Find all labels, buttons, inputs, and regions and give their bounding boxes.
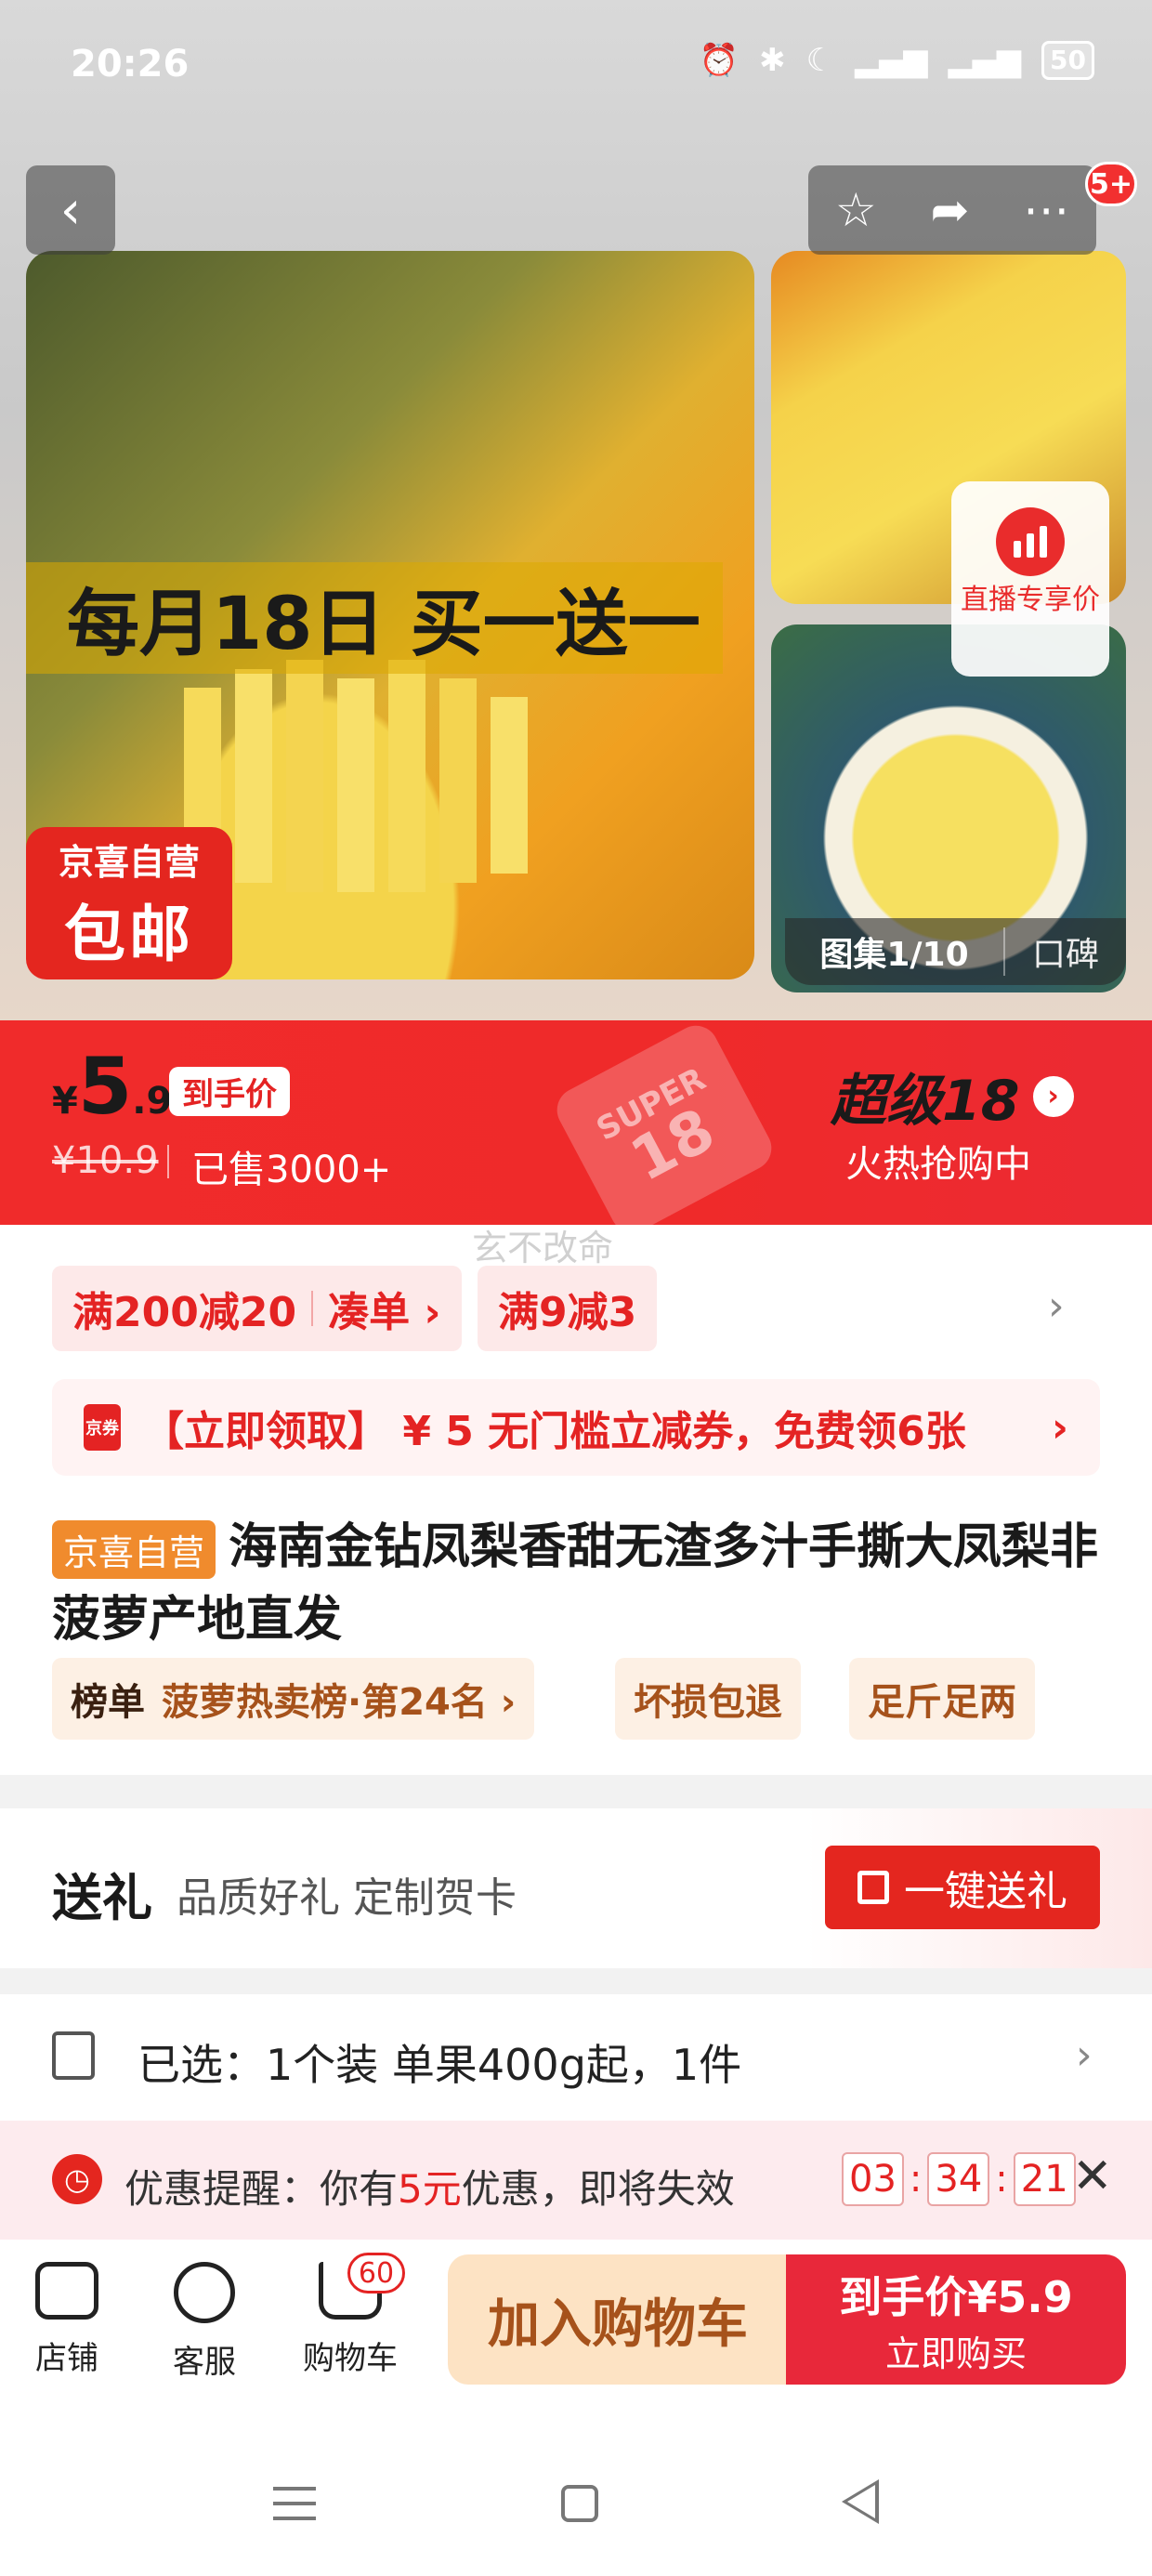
shop-label: 店铺	[35, 2340, 98, 2377]
badge-line1: 京喜自营	[58, 841, 200, 883]
current-price: ¥ 5 .9	[52, 1041, 172, 1132]
promo-pill-discount[interactable]: 满9减3	[478, 1266, 658, 1351]
divider	[167, 1145, 169, 1178]
moon-icon: ☾	[805, 42, 835, 79]
product-detail-page: 20:26 ⏰ ✱ ☾ ▂▄▆ ▂▄▆ 50 每月18日 买一送一 京喜自营 包…	[0, 0, 1152, 2576]
chat-icon	[174, 2262, 235, 2323]
add-on-link[interactable]: 凑单 ›	[328, 1279, 440, 1338]
super18-subtitle: 火热抢购中	[845, 1143, 1031, 1186]
gallery-bar: 图集1/10 口碑	[785, 918, 1126, 985]
self-operated-badge: 京喜自营	[52, 1520, 216, 1579]
super18-title: 超级18	[831, 1069, 1020, 1134]
rank-tag[interactable]: 榜单 菠萝热卖榜·第24名 ›	[52, 1658, 535, 1740]
buy-price-label: 到手价¥5.9	[839, 2271, 1073, 2322]
bluetooth-icon: ✱	[759, 42, 786, 79]
sold-count: 已售3000+	[171, 1139, 391, 1193]
5g-signal-icon: ▂▄▆	[855, 42, 928, 79]
back-button[interactable]: ‹	[26, 165, 115, 255]
promo-banner-text: 每月18日 买一送一	[26, 562, 723, 674]
live-price-label: 直播专享价	[961, 584, 1100, 616]
live-chart-icon	[996, 507, 1065, 576]
star-icon[interactable]: ☆	[835, 183, 877, 237]
home-icon[interactable]	[561, 2485, 598, 2522]
original-price: ¥10.9	[52, 1139, 159, 1182]
gift-subtitle: 品质好礼 定制贺卡	[177, 1874, 517, 1922]
damage-return-tag[interactable]: 坏损包退	[615, 1658, 801, 1740]
chevron-right-icon: ›	[1051, 1403, 1068, 1452]
alarm-icon: ⏰	[699, 42, 740, 79]
timer-minutes: 34	[927, 2152, 990, 2206]
promo-pill-text: 满9减3	[498, 1289, 637, 1336]
price-currency: ¥	[52, 1080, 78, 1123]
reminder-text: 优惠提醒：你有5元优惠，即将失效	[124, 2158, 735, 2215]
add-to-cart-button[interactable]: 加入购物车	[448, 2254, 788, 2385]
gift-button-label: 一键送礼	[904, 1868, 1067, 1915]
status-icons: ⏰ ✱ ☾ ▂▄▆ ▂▄▆ 50	[700, 41, 1094, 80]
badge-line2: 包邮	[64, 898, 194, 970]
more-icon[interactable]: ⋯	[1023, 183, 1069, 237]
countdown-timer: 03: 34: 21	[842, 2152, 1076, 2206]
battery-indicator: 50	[1041, 41, 1094, 80]
one-click-gift-button[interactable]: 一键送礼	[825, 1846, 1100, 1929]
rank-value: 菠萝热卖榜·第24名 ›	[162, 1681, 517, 1724]
coupon-bar[interactable]: 京券 【立即领取】 ¥ 5 无门槛立减券，免费领6张 ›	[52, 1379, 1100, 1476]
selected-spec-text: 已选：1个装 单果400g起，1件	[137, 2040, 742, 2090]
chevron-right-icon[interactable]: ›	[1048, 1282, 1065, 1330]
menu-icon[interactable]	[273, 2487, 316, 2520]
watermark: 玄不改命	[472, 1228, 614, 1268]
divider	[311, 1291, 314, 1326]
cart-count-badge: 60	[347, 2253, 405, 2293]
final-price-tag: 到手价	[169, 1067, 290, 1116]
jingxi-free-shipping-badge: 京喜自营 包邮	[26, 827, 232, 979]
back-icon[interactable]	[842, 2479, 879, 2524]
close-icon[interactable]: ✕	[1072, 2149, 1113, 2204]
shop-button[interactable]: 店铺	[35, 2262, 98, 2378]
gallery-count[interactable]: 图集1/10	[785, 927, 1005, 976]
gift-title: 送礼	[52, 1869, 152, 1927]
5g-signal-icon: ▂▄▆	[948, 42, 1022, 79]
spec-icon	[52, 2031, 95, 2080]
clock-icon: ◷	[52, 2154, 102, 2204]
reminder-amount: 5元	[398, 2166, 462, 2212]
buy-now-label: 立即购买	[884, 2333, 1027, 2374]
live-price-card[interactable]: 直播专享价	[951, 481, 1109, 677]
super18-link[interactable]: 超级18 ›	[831, 1056, 1074, 1137]
sold-text: 已售3000+	[191, 1149, 392, 1191]
pineapple-slices-graphic	[184, 660, 528, 892]
buy-now-button[interactable]: 到手价¥5.9 立即购买	[786, 2254, 1126, 2385]
rank-key: 榜单	[71, 1681, 145, 1724]
promo-pill-text: 满200减20	[72, 1289, 297, 1336]
promo-pill-full-reduction[interactable]: 满200减20 凑单 ›	[52, 1266, 462, 1351]
price-decimal: .9	[132, 1080, 173, 1123]
reminder-suffix: 优惠，即将失效	[461, 2166, 735, 2212]
coupon-text: 【立即领取】 ¥ 5 无门槛立减券，免费领6张	[143, 1408, 966, 1455]
timer-hours: 03	[842, 2152, 904, 2206]
customer-service-button[interactable]: 客服	[173, 2262, 236, 2382]
status-time: 20:26	[71, 43, 190, 85]
shop-icon	[35, 2262, 98, 2320]
more-badge: 5+	[1085, 162, 1137, 206]
reviews-tab[interactable]: 口碑	[1005, 927, 1126, 976]
chevron-right-icon: ›	[1076, 2031, 1093, 2079]
cart-label: 购物车	[303, 2340, 398, 2377]
timer-seconds: 21	[1013, 2152, 1076, 2206]
gift-icon	[857, 1871, 889, 1904]
share-icon[interactable]: ➦	[930, 183, 969, 237]
action-bar: ☆ ➦ ⋯	[808, 165, 1096, 255]
reminder-prefix: 优惠提醒：你有	[124, 2166, 399, 2212]
coupon-icon: 京券	[84, 1404, 121, 1451]
price-integer: 5	[77, 1041, 133, 1132]
service-label: 客服	[173, 2344, 236, 2381]
chevron-right-icon: ›	[1032, 1075, 1074, 1117]
full-weight-tag[interactable]: 足斤足两	[849, 1658, 1035, 1740]
chevron-left-icon: ‹	[59, 179, 82, 241]
